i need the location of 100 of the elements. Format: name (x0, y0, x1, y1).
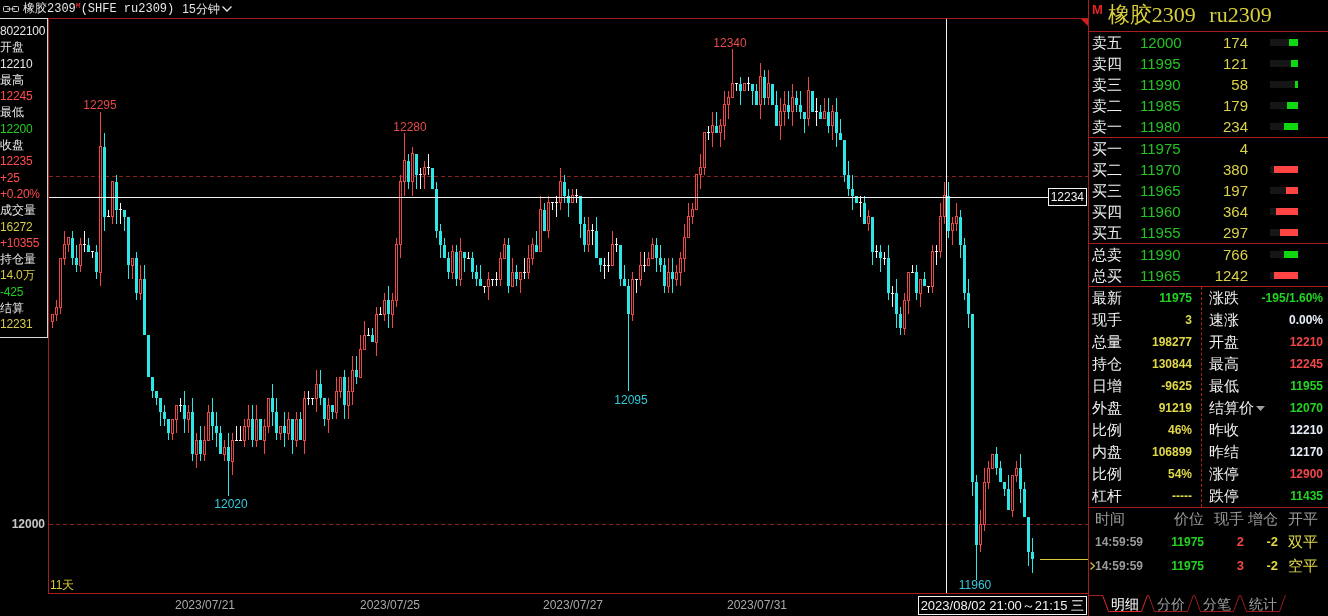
level-label: 买四 (1092, 202, 1123, 221)
field-value: 12245 (0, 88, 34, 105)
order-volume: 297 (1221, 223, 1248, 242)
field-value: +0.20% (0, 185, 41, 203)
stat-value: 106899 (1151, 445, 1192, 459)
field-value: 12210 (0, 55, 34, 72)
order-price: 11955 (1140, 223, 1182, 242)
order-price: 12000 (1140, 33, 1183, 52)
level-label: 总卖 (1092, 245, 1123, 264)
stat-value: 46% (1167, 423, 1192, 437)
order-volume: 766 (1221, 245, 1248, 264)
order-price: 11975 (1140, 139, 1182, 158)
doji-candle (934, 244, 939, 266)
level-label: 卖一 (1092, 117, 1123, 136)
stat-label: 最低 (1209, 377, 1239, 395)
field-label: 结算 (0, 300, 25, 317)
field-value: +25 (0, 169, 21, 186)
order-volume: 380 (1221, 160, 1248, 179)
tick-volume: 2 (1235, 535, 1244, 549)
level-label: 买三 (1092, 181, 1123, 200)
panel-tab[interactable]: 明细 (1102, 595, 1148, 612)
panel-tab[interactable]: 分笔 (1194, 595, 1240, 612)
tick-type: 空平 (1287, 557, 1318, 575)
stat-label: 昨收 (1209, 421, 1239, 439)
order-volume: 174 (1221, 33, 1248, 52)
column-header: 现手 (1213, 510, 1244, 528)
crosshair-time-label: 2023/08/02 21:00～21:15 三 (917, 596, 1087, 615)
stat-value: -9625 (1161, 379, 1192, 393)
field-value: 16272 (0, 218, 34, 235)
doji-candle (734, 83, 739, 92)
order-volume: 58 (1230, 75, 1248, 94)
last-price-line (1039, 559, 1088, 560)
tick-volume: 3 (1235, 559, 1244, 573)
doji-candle (366, 327, 371, 336)
date-label: 2023/07/25 (359, 598, 421, 612)
stat-label: 开盘 (1209, 333, 1239, 351)
stat-value: 12170 (1289, 445, 1323, 459)
extreme-price-label: 11960 (958, 578, 992, 592)
doji-candle (590, 223, 595, 245)
field-label: 最高 (0, 71, 25, 89)
date-label: 2023/07/31 (726, 598, 788, 612)
stat-label: 比例 (1092, 465, 1122, 483)
panel-tab[interactable]: 分价 (1148, 595, 1194, 612)
level-label: 卖二 (1092, 96, 1123, 115)
stat-value: 130844 (1151, 357, 1192, 371)
stat-value: 54% (1167, 467, 1192, 481)
market-code-label: M (1092, 3, 1103, 17)
extreme-price-label: 12020 (214, 497, 248, 511)
tick-change: -2 (1265, 559, 1278, 573)
stat-value: 11975 (1159, 291, 1192, 305)
field-value: +10355 (0, 234, 41, 252)
settlement-dropdown[interactable]: 结算价 (1209, 399, 1265, 417)
field-value: 12235 (0, 153, 34, 170)
level-label: 买二 (1092, 160, 1123, 179)
level-label: 卖四 (1092, 54, 1123, 73)
stat-label: 外盘 (1092, 399, 1122, 417)
field-value: 14.0万 (0, 267, 36, 284)
order-volume: 364 (1221, 202, 1248, 221)
stat-label: 比例 (1092, 421, 1122, 439)
doji-candle (426, 153, 431, 176)
doji-candle (118, 202, 123, 225)
extreme-price-label: 12095 (614, 393, 648, 407)
doji-candle (522, 258, 527, 280)
stat-value: 12900 (1289, 467, 1323, 481)
tick-time: 14:59:59 (1094, 559, 1145, 573)
stat-value: 91219 (1158, 401, 1192, 415)
tick-price: 11975 (1170, 535, 1204, 549)
panel-tab[interactable]: 统计 (1240, 595, 1286, 612)
stat-value: 11435 (1290, 489, 1323, 503)
order-price: 11965 (1140, 181, 1182, 200)
doji-candle (706, 125, 711, 141)
stat-value: 198277 (1151, 335, 1192, 349)
column-header: 增仓 (1247, 510, 1278, 528)
period-dropdown[interactable]: 15分钟 (182, 1, 232, 17)
column-header: 开平 (1287, 510, 1318, 528)
quote-title: 橡胶2309 ru2309 (1107, 3, 1272, 27)
order-price: 11970 (1140, 160, 1182, 179)
doji-candle (90, 251, 95, 259)
stat-label: 涨停 (1209, 465, 1239, 483)
stat-value: 0.00% (1288, 313, 1323, 327)
stat-value: 12070 (1289, 401, 1323, 415)
doji-candle (890, 285, 895, 308)
doji-candle (926, 285, 931, 294)
stat-label: 最高 (1209, 355, 1239, 373)
doji-candle (642, 251, 647, 273)
level-label: 卖三 (1092, 75, 1123, 94)
field-label: 收盘 (0, 137, 25, 154)
stat-label: 现手 (1092, 311, 1122, 329)
doji-candle (106, 209, 111, 218)
doji-candle (574, 188, 579, 204)
extreme-price-label: 12280 (393, 120, 427, 134)
tick-price: 11975 (1170, 559, 1204, 573)
order-price: 11990 (1140, 75, 1182, 94)
order-price: 11965 (1140, 266, 1182, 285)
order-price: 11980 (1140, 117, 1182, 136)
stat-value: 11955 (1290, 379, 1323, 393)
stat-label: 昨结 (1209, 443, 1239, 461)
field-value: 12200 (0, 120, 34, 138)
doji-candle (746, 76, 751, 92)
instrument-title: 橡胶2309$^{M}$(SHFE ru2309) (23, 1, 175, 17)
